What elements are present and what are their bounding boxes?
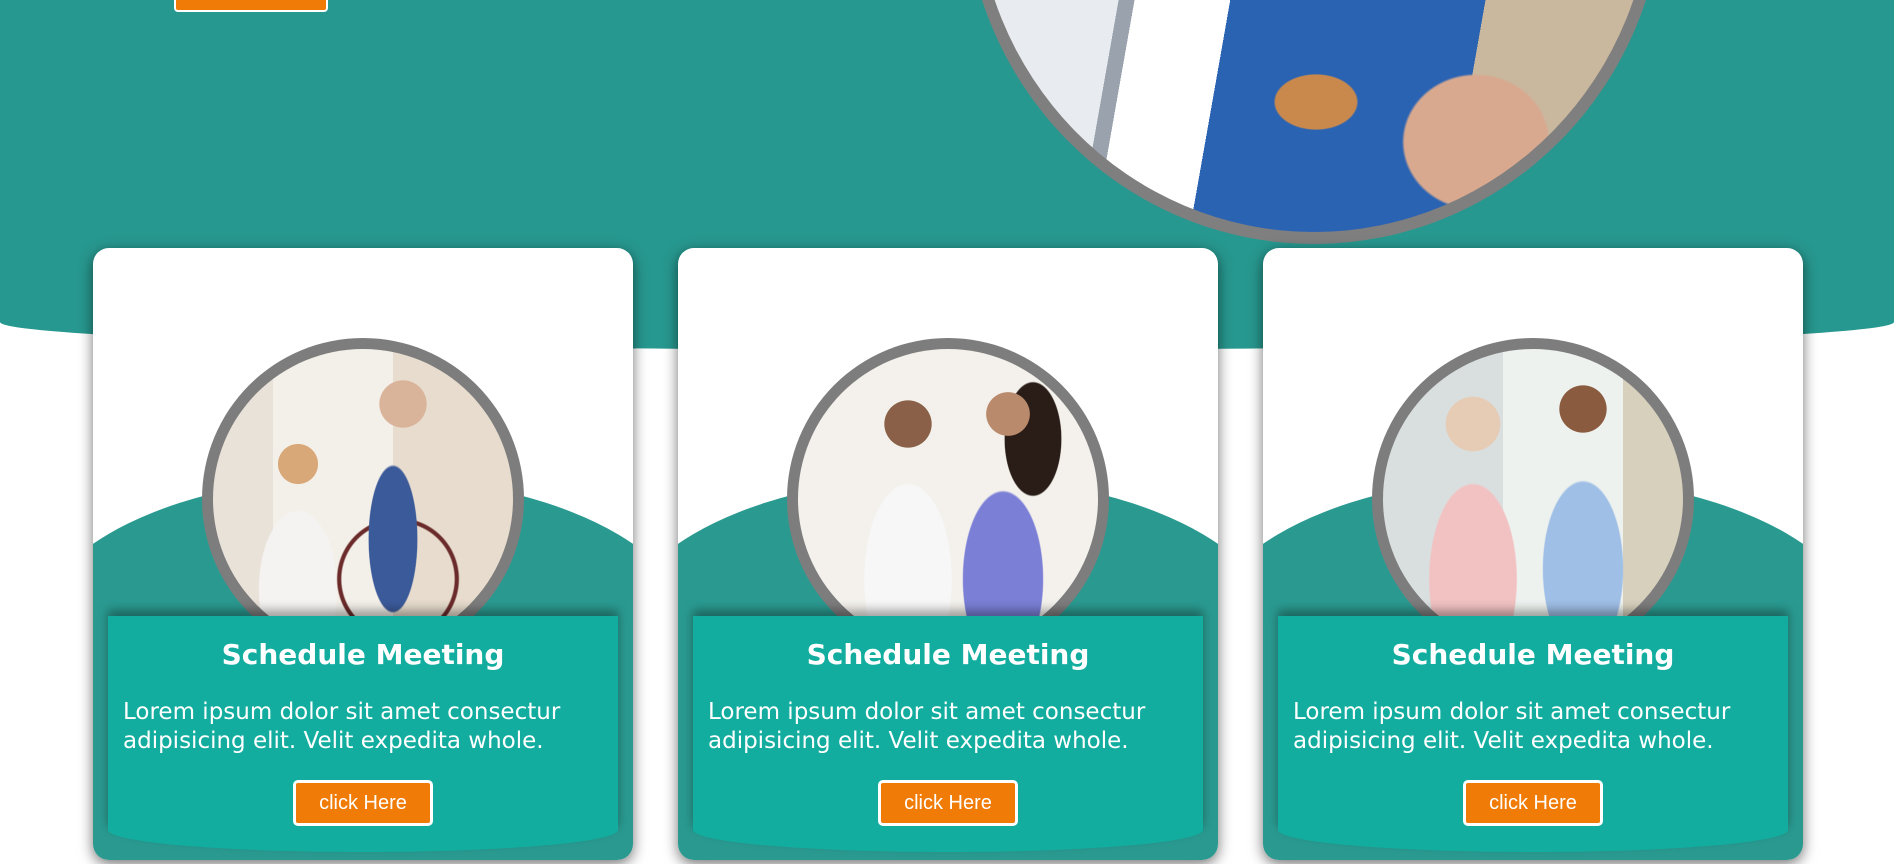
card-photo-frame bbox=[202, 338, 524, 660]
card-description: Lorem ipsum dolor sit amet consectur adi… bbox=[123, 699, 561, 754]
card-info-panel: Schedule Meeting Lorem ipsum dolor sit a… bbox=[108, 616, 618, 852]
card-description: Lorem ipsum dolor sit amet consectur adi… bbox=[708, 699, 1146, 754]
card-title: Schedule Meeting bbox=[1391, 638, 1675, 671]
service-card-1: Schedule Meeting Lorem ipsum dolor sit a… bbox=[93, 248, 633, 860]
click-here-button[interactable]: click Here bbox=[878, 780, 1018, 826]
click-here-button[interactable]: click Here bbox=[1463, 780, 1603, 826]
card-title: Schedule Meeting bbox=[221, 638, 505, 671]
click-here-button[interactable]: click Here bbox=[293, 780, 433, 826]
hero-cta-button[interactable] bbox=[174, 0, 328, 12]
card-description: Lorem ipsum dolor sit amet consectur adi… bbox=[1293, 699, 1731, 754]
card-info-panel: Schedule Meeting Lorem ipsum dolor sit a… bbox=[1278, 616, 1788, 852]
card-title: Schedule Meeting bbox=[806, 638, 1090, 671]
service-card-2: Schedule Meeting Lorem ipsum dolor sit a… bbox=[678, 248, 1218, 860]
card-photo-frame bbox=[1372, 338, 1694, 660]
card-photo-frame bbox=[787, 338, 1109, 660]
nurse-with-senior-woman-photo bbox=[1383, 349, 1683, 649]
caregiver-with-wheelchair-patient-photo bbox=[213, 349, 513, 649]
nurse-with-senior-man-photo bbox=[798, 349, 1098, 649]
service-card-3: Schedule Meeting Lorem ipsum dolor sit a… bbox=[1263, 248, 1803, 860]
card-info-panel: Schedule Meeting Lorem ipsum dolor sit a… bbox=[693, 616, 1203, 852]
